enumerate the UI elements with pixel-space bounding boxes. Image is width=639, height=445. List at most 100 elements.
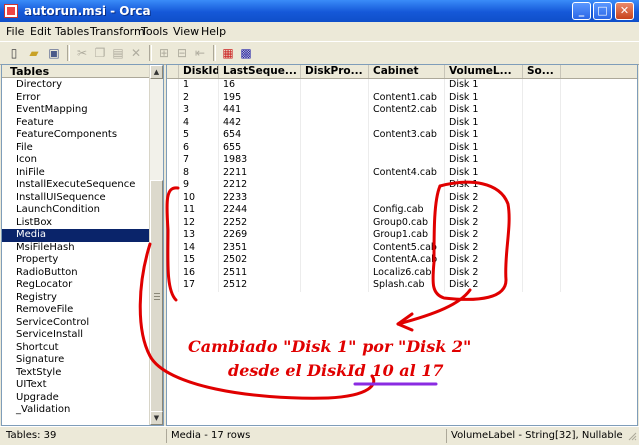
row-selector[interactable]	[167, 254, 179, 267]
table-item-feature[interactable]: Feature	[2, 117, 149, 130]
row-selector[interactable]	[167, 241, 179, 254]
cell-source[interactable]	[523, 79, 561, 92]
cell-lastsequence[interactable]: 2351	[219, 241, 301, 254]
table-item-radiobutton[interactable]: RadioButton	[2, 267, 149, 280]
cell-source[interactable]	[523, 241, 561, 254]
table-item-uitext[interactable]: UIText	[2, 379, 149, 392]
cell-volumelabel[interactable]: Disk 1	[445, 129, 523, 142]
resize-grip-icon[interactable]	[627, 431, 637, 441]
cell-cabinet[interactable]	[369, 179, 445, 192]
table-row[interactable]: 15 2502 ContentA.cab Disk 2	[167, 254, 637, 267]
cell-diskid[interactable]: 16	[179, 266, 219, 279]
row-selector[interactable]	[167, 141, 179, 154]
row-selector[interactable]	[167, 154, 179, 167]
table-row[interactable]: 10 2233 Disk 2	[167, 191, 637, 204]
cell-lastsequence[interactable]: 2211	[219, 166, 301, 179]
row-selector[interactable]	[167, 116, 179, 129]
cell-diskprompt[interactable]	[301, 116, 369, 129]
cell-lastsequence[interactable]: 2233	[219, 191, 301, 204]
delete-icon[interactable]: ✕	[128, 45, 144, 61]
cell-source[interactable]	[523, 104, 561, 117]
cell-diskprompt[interactable]	[301, 229, 369, 242]
menu-transform[interactable]: Transform	[88, 24, 147, 39]
cell-lastsequence[interactable]: 2252	[219, 216, 301, 229]
cell-volumelabel[interactable]: Disk 1	[445, 116, 523, 129]
table-item-icon[interactable]: Icon	[2, 154, 149, 167]
cell-diskid[interactable]: 7	[179, 154, 219, 167]
cell-volumelabel[interactable]: Disk 1	[445, 141, 523, 154]
cell-diskprompt[interactable]	[301, 191, 369, 204]
cell-cabinet[interactable]: Config.cab	[369, 204, 445, 217]
table-item-removefile[interactable]: RemoveFile	[2, 304, 149, 317]
cell-cabinet[interactable]	[369, 154, 445, 167]
cell-diskid[interactable]: 4	[179, 116, 219, 129]
minimize-button[interactable]: _	[572, 2, 591, 20]
row-selector[interactable]	[167, 279, 179, 292]
table-row[interactable]: 11 2244 Config.cab Disk 2	[167, 204, 637, 217]
save-icon[interactable]: ▣	[46, 45, 62, 61]
table-item-listbox[interactable]: ListBox	[2, 217, 149, 230]
cell-volumelabel[interactable]: Disk 2	[445, 204, 523, 217]
cell-diskprompt[interactable]	[301, 216, 369, 229]
row-selector[interactable]	[167, 204, 179, 217]
cell-volumelabel[interactable]: Disk 2	[445, 216, 523, 229]
cell-diskid[interactable]: 2	[179, 91, 219, 104]
maximize-button[interactable]: □	[593, 2, 612, 20]
table-item-shortcut[interactable]: Shortcut	[2, 342, 149, 355]
cell-diskprompt[interactable]	[301, 179, 369, 192]
cell-volumelabel[interactable]: Disk 1	[445, 79, 523, 92]
cell-diskprompt[interactable]	[301, 154, 369, 167]
table-row[interactable]: 12 2252 Group0.cab Disk 2	[167, 216, 637, 229]
cell-volumelabel[interactable]: Disk 1	[445, 91, 523, 104]
cell-lastsequence[interactable]: 195	[219, 91, 301, 104]
cell-lastsequence[interactable]: 2212	[219, 179, 301, 192]
table-item-directory[interactable]: Directory	[2, 79, 149, 92]
table-item-registry[interactable]: Registry	[2, 292, 149, 305]
cell-volumelabel[interactable]: Disk 2	[445, 279, 523, 292]
cell-cabinet[interactable]	[369, 116, 445, 129]
row-selector[interactable]	[167, 266, 179, 279]
cell-source[interactable]	[523, 191, 561, 204]
table-item-featurecomponents[interactable]: FeatureComponents	[2, 129, 149, 142]
table-item-eventmapping[interactable]: EventMapping	[2, 104, 149, 117]
table-row[interactable]: 1 16 Disk 1	[167, 79, 637, 92]
cell-cabinet[interactable]: Localiz6.cab	[369, 266, 445, 279]
merge-module-icon[interactable]: ▩	[238, 45, 254, 61]
cell-lastsequence[interactable]: 2502	[219, 254, 301, 267]
cell-source[interactable]	[523, 266, 561, 279]
cell-volumelabel[interactable]: Disk 2	[445, 229, 523, 242]
cell-cabinet[interactable]: Content4.cab	[369, 166, 445, 179]
cell-cabinet[interactable]: Content1.cab	[369, 91, 445, 104]
copy-icon[interactable]: ❐	[92, 45, 108, 61]
menu-tools[interactable]: Tools	[139, 24, 170, 39]
cell-diskprompt[interactable]	[301, 266, 369, 279]
cell-source[interactable]	[523, 91, 561, 104]
table-item-inifile[interactable]: IniFile	[2, 167, 149, 180]
close-button[interactable]: ✕	[615, 2, 634, 20]
cell-lastsequence[interactable]: 1983	[219, 154, 301, 167]
cell-diskprompt[interactable]	[301, 91, 369, 104]
cell-source[interactable]	[523, 254, 561, 267]
cell-source[interactable]	[523, 129, 561, 142]
scroll-down-button[interactable]: ▼	[150, 411, 163, 425]
cell-cabinet[interactable]: ContentA.cab	[369, 254, 445, 267]
cell-diskid[interactable]: 15	[179, 254, 219, 267]
table-item-installexecutesequence[interactable]: InstallExecuteSequence	[2, 179, 149, 192]
cell-lastsequence[interactable]: 16	[219, 79, 301, 92]
table-row[interactable]: 5 654 Content3.cab Disk 1	[167, 129, 637, 142]
cell-volumelabel[interactable]: Disk 1	[445, 179, 523, 192]
cell-source[interactable]	[523, 179, 561, 192]
cell-cabinet[interactable]: Content5.cab	[369, 241, 445, 254]
table-row[interactable]: 3 441 Content2.cab Disk 1	[167, 104, 637, 117]
row-selector[interactable]	[167, 91, 179, 104]
cell-volumelabel[interactable]: Disk 2	[445, 241, 523, 254]
menu-view[interactable]: View	[171, 24, 201, 39]
column-header-lastsequence[interactable]: LastSeque...	[219, 65, 301, 78]
cell-cabinet[interactable]	[369, 141, 445, 154]
cell-lastsequence[interactable]: 654	[219, 129, 301, 142]
cell-cabinet[interactable]: Content2.cab	[369, 104, 445, 117]
cell-diskprompt[interactable]	[301, 79, 369, 92]
table-item-textstyle[interactable]: TextStyle	[2, 367, 149, 380]
cell-diskid[interactable]: 8	[179, 166, 219, 179]
table-item-msifilehash[interactable]: MsiFileHash	[2, 242, 149, 255]
